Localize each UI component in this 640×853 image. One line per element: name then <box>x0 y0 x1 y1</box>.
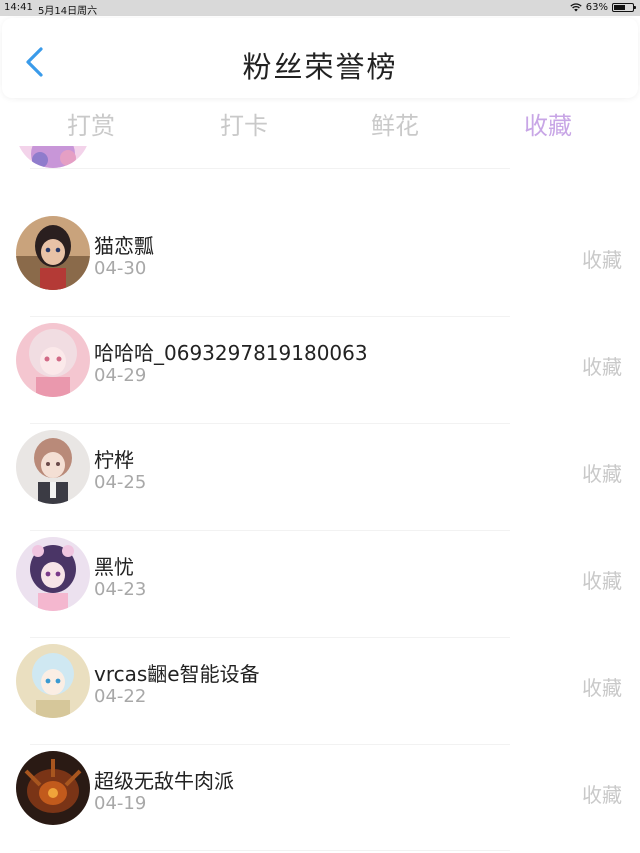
fan-date: 04-30 <box>94 258 147 279</box>
divider <box>30 423 510 424</box>
list-item[interactable]: vrcas齫e智能设备 04-22 收藏 <box>0 644 640 750</box>
fan-date: 04-25 <box>94 472 147 493</box>
divider <box>30 316 510 317</box>
fan-name: 哈哈哈_0693297819180063 <box>94 341 368 365</box>
tab-checkin[interactable]: 打卡 <box>220 106 268 141</box>
tab-favorites[interactable]: 收藏 <box>524 106 572 141</box>
action-label[interactable]: 收藏 <box>582 565 622 594</box>
avatar <box>16 146 90 168</box>
avatar <box>16 216 90 290</box>
fan-name: 超级无敌牛肉派 <box>94 769 234 793</box>
battery-percent: 63% <box>585 2 608 13</box>
fan-date: 04-19 <box>94 793 147 814</box>
tab-flowers[interactable]: 鲜花 <box>371 106 419 141</box>
status-right: 63% <box>570 2 636 13</box>
fan-name: 柠桦 <box>94 448 134 472</box>
fan-name: 黑忧 <box>94 555 134 579</box>
list-item[interactable]: 哈哈哈_0693297819180063 04-29 收藏 <box>0 323 640 429</box>
tab-reward[interactable]: 打赏 <box>67 106 115 141</box>
avatar <box>16 751 90 825</box>
status-date: 5月14日周六 <box>38 6 98 17</box>
list-item[interactable]: 柠桦 04-25 收藏 <box>0 430 640 536</box>
wifi-icon <box>570 3 582 12</box>
fan-date: 04-23 <box>94 579 147 600</box>
page: 14:41 5月14日周六 63% 粉丝荣誉榜 打赏 打卡 鲜花 收藏 猫恋瓢 … <box>0 0 640 853</box>
avatar <box>16 323 90 397</box>
list-item[interactable]: 超级无敌牛肉派 04-19 收藏 <box>0 751 640 853</box>
action-label[interactable]: 收藏 <box>582 351 622 380</box>
action-label[interactable]: 收藏 <box>582 244 622 273</box>
status-time: 14:41 <box>4 2 33 13</box>
divider <box>30 168 510 169</box>
action-label[interactable]: 收藏 <box>582 779 622 808</box>
battery-level <box>614 5 625 10</box>
list-item[interactable]: 黑忧 04-23 收藏 <box>0 537 640 643</box>
fan-date: 04-29 <box>94 365 147 386</box>
tab-bar: 打赏 打卡 鲜花 收藏 <box>0 102 640 146</box>
fan-list[interactable]: 猫恋瓢 04-30 收藏 哈哈哈_0693297819180063 04-29 … <box>0 146 640 853</box>
fan-name: vrcas齫e智能设备 <box>94 662 260 686</box>
fan-name: 猫恋瓢 <box>94 234 154 258</box>
avatar <box>16 537 90 611</box>
divider <box>30 744 510 745</box>
divider <box>30 637 510 638</box>
avatar <box>16 644 90 718</box>
battery-icon <box>612 3 636 12</box>
header: 粉丝荣誉榜 <box>2 18 638 98</box>
status-bar: 14:41 5月14日周六 63% <box>0 0 640 17</box>
divider <box>30 850 510 851</box>
action-label[interactable]: 收藏 <box>582 672 622 701</box>
divider <box>30 530 510 531</box>
action-label[interactable]: 收藏 <box>582 458 622 487</box>
list-item[interactable]: 猫恋瓢 04-30 收藏 <box>0 216 640 322</box>
avatar <box>16 430 90 504</box>
fan-date: 04-22 <box>94 686 147 707</box>
page-title: 粉丝荣誉榜 <box>242 50 398 84</box>
